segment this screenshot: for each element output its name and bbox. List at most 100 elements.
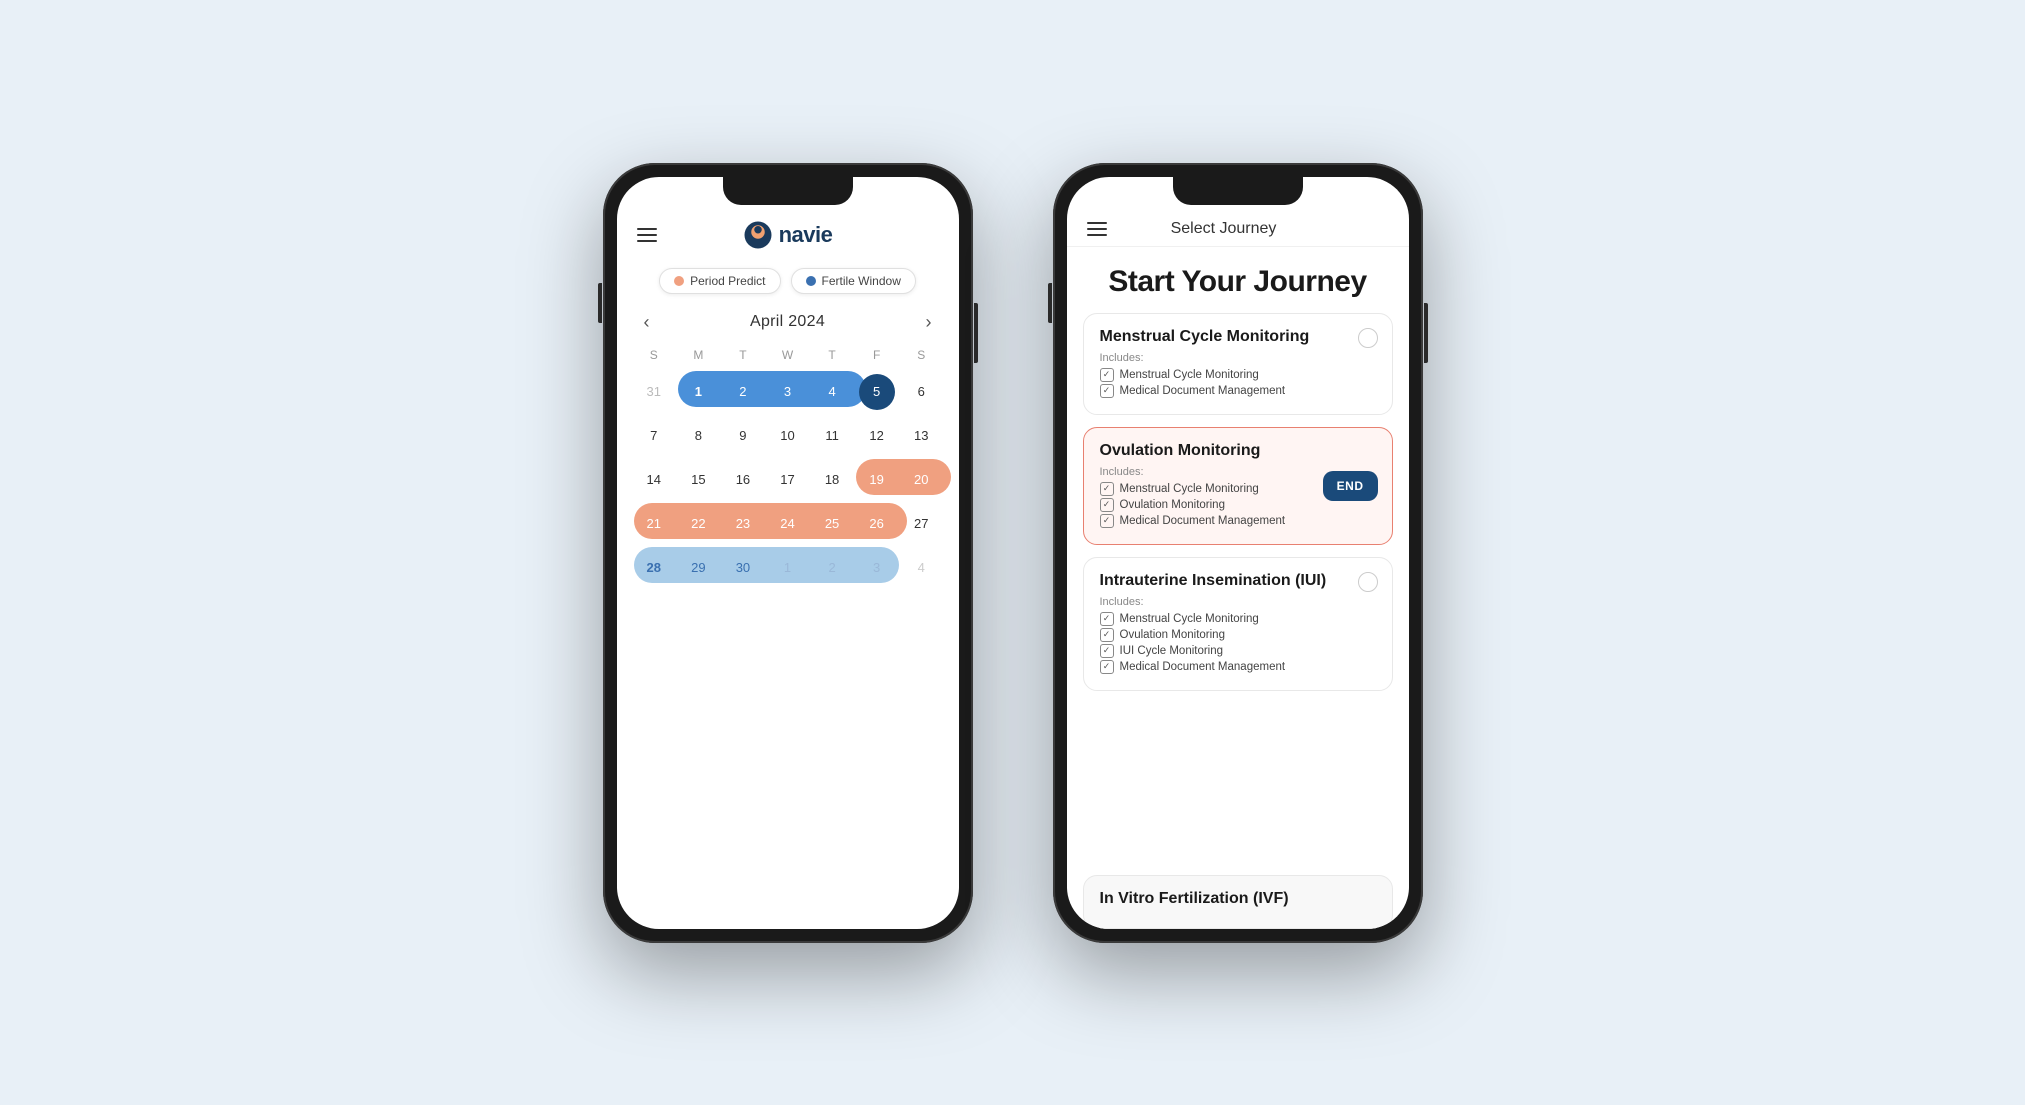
start-journey-title: Start Your Journey — [1067, 247, 1409, 313]
week-row-2: 7 8 9 10 11 12 13 — [632, 415, 944, 457]
check-text: Medical Document Management — [1120, 385, 1286, 397]
journey-card-title: In Vitro Fertilization (IVF) — [1100, 890, 1376, 908]
cal-day[interactable]: 25 — [810, 503, 855, 545]
legend-period[interactable]: Period Predict — [659, 268, 780, 294]
cal-day[interactable]: 24 — [765, 503, 810, 545]
cal-day[interactable]: 21 — [632, 503, 677, 545]
cal-day[interactable]: 4 — [899, 547, 944, 589]
check-icon: ✓ — [1100, 628, 1114, 642]
check-text: Menstrual Cycle Monitoring — [1120, 613, 1259, 625]
cal-day[interactable]: 1 — [765, 547, 810, 589]
cal-day[interactable]: 3 — [765, 371, 810, 413]
calendar-grid: 31 1 2 3 4 5 6 7 8 9 10 11 — [632, 371, 944, 589]
notch-1 — [723, 177, 853, 205]
check-item: ✓ Ovulation Monitoring — [1100, 628, 1376, 642]
calendar-month-row: ‹ April 2024 › — [632, 304, 944, 341]
cal-day[interactable]: 20 — [899, 459, 944, 501]
weekday-5: F — [854, 345, 899, 365]
cal-day[interactable]: 29 — [676, 547, 721, 589]
cal-day[interactable]: 1 — [676, 371, 721, 413]
check-item: ✓ Medical Document Management — [1100, 514, 1376, 528]
journey-card-iui[interactable]: Intrauterine Insemination (IUI) Includes… — [1083, 557, 1393, 691]
check-text: Menstrual Cycle Monitoring — [1120, 369, 1259, 381]
radio-button-iui[interactable] — [1358, 572, 1378, 592]
fertile-label: Fertile Window — [822, 274, 901, 288]
hamburger-menu-1[interactable] — [637, 228, 657, 242]
check-icon: ✓ — [1100, 660, 1114, 674]
nav-header-1: navie — [617, 212, 959, 258]
cal-day[interactable]: 17 — [765, 459, 810, 501]
cal-day[interactable]: 2 — [721, 371, 766, 413]
end-badge[interactable]: END — [1323, 471, 1378, 501]
check-text: IUI Cycle Monitoring — [1120, 645, 1224, 657]
cal-day[interactable]: 22 — [676, 503, 721, 545]
calendar: ‹ April 2024 › S M T W T F S — [617, 304, 959, 929]
week-row-4: 21 22 23 24 25 26 27 — [632, 503, 944, 545]
period-label: Period Predict — [690, 274, 765, 288]
month-title: April 2024 — [750, 313, 825, 331]
includes-label: Includes: — [1100, 596, 1376, 608]
cal-day[interactable]: 9 — [721, 415, 766, 457]
journey-card-ivf-partial[interactable]: In Vitro Fertilization (IVF) — [1083, 875, 1393, 929]
cal-day[interactable]: 23 — [721, 503, 766, 545]
cal-day[interactable]: 12 — [854, 415, 899, 457]
logo-text: navie — [779, 222, 833, 248]
check-item: ✓ Menstrual Cycle Monitoring — [1100, 368, 1376, 382]
check-text: Ovulation Monitoring — [1120, 629, 1225, 641]
check-text: Menstrual Cycle Monitoring — [1120, 483, 1259, 495]
cal-day[interactable]: 18 — [810, 459, 855, 501]
cal-day[interactable]: 30 — [721, 547, 766, 589]
radio-button-menstrual[interactable] — [1358, 328, 1378, 348]
cal-day[interactable]: 14 — [632, 459, 677, 501]
cal-day[interactable]: 26 — [854, 503, 899, 545]
cal-day[interactable]: 15 — [676, 459, 721, 501]
cal-day[interactable]: 2 — [810, 547, 855, 589]
notch-2 — [1173, 177, 1303, 205]
phone-2: Select Journey Start Your Journey Menstr… — [1053, 163, 1423, 943]
legend-fertile[interactable]: Fertile Window — [791, 268, 916, 294]
check-icon: ✓ — [1100, 498, 1114, 512]
check-text: Medical Document Management — [1120, 661, 1286, 673]
cal-day[interactable]: 10 — [765, 415, 810, 457]
weekday-2: T — [721, 345, 766, 365]
journey-card-title: Menstrual Cycle Monitoring — [1100, 328, 1376, 346]
journey-card-menstrual[interactable]: Menstrual Cycle Monitoring Includes: ✓ M… — [1083, 313, 1393, 415]
cal-day[interactable]: 27 — [899, 503, 944, 545]
navie-logo-icon — [743, 220, 773, 250]
journey-list: Menstrual Cycle Monitoring Includes: ✓ M… — [1067, 313, 1409, 875]
next-month-button[interactable]: › — [917, 310, 939, 335]
legend-row: Period Predict Fertile Window — [617, 258, 959, 304]
check-item: ✓ Medical Document Management — [1100, 384, 1376, 398]
journey-header-title: Select Journey — [1087, 220, 1361, 238]
check-icon: ✓ — [1100, 368, 1114, 382]
journey-card-ovulation[interactable]: Ovulation Monitoring Includes: ✓ Menstru… — [1083, 427, 1393, 545]
check-icon: ✓ — [1100, 644, 1114, 658]
check-item: ✓ Medical Document Management — [1100, 660, 1376, 674]
week-row-3: 14 15 16 17 18 19 20 — [632, 459, 944, 501]
week-row-1: 31 1 2 3 4 5 6 — [632, 371, 944, 413]
cal-day[interactable]: 4 — [810, 371, 855, 413]
check-item: ✓ IUI Cycle Monitoring — [1100, 644, 1376, 658]
cal-day[interactable]: 19 — [854, 459, 899, 501]
cal-day[interactable]: 8 — [676, 415, 721, 457]
check-text: Medical Document Management — [1120, 515, 1286, 527]
weekdays-row: S M T W T F S — [632, 345, 944, 365]
fertile-dot — [806, 276, 816, 286]
cal-day[interactable]: 13 — [899, 415, 944, 457]
weekday-0: S — [632, 345, 677, 365]
hamburger-menu-2[interactable] — [1087, 222, 1107, 236]
weekday-1: M — [676, 345, 721, 365]
cal-day[interactable]: 16 — [721, 459, 766, 501]
cal-day[interactable]: 28 — [632, 547, 677, 589]
cal-day[interactable]: 11 — [810, 415, 855, 457]
check-item: ✓ Menstrual Cycle Monitoring — [1100, 612, 1376, 626]
week-row-5: 28 29 30 1 2 3 4 — [632, 547, 944, 589]
check-icon: ✓ — [1100, 612, 1114, 626]
check-icon: ✓ — [1100, 384, 1114, 398]
cal-day[interactable]: 7 — [632, 415, 677, 457]
cal-day[interactable]: 31 — [632, 371, 677, 413]
prev-month-button[interactable]: ‹ — [636, 310, 658, 335]
cal-day[interactable]: 5 — [859, 374, 895, 410]
cal-day[interactable]: 6 — [899, 371, 944, 413]
cal-day[interactable]: 3 — [854, 547, 899, 589]
